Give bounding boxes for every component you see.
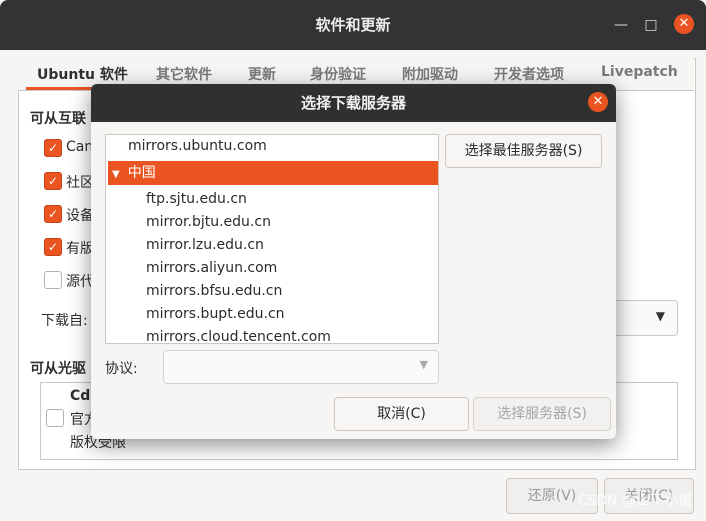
chevron-down-icon: ▼ [419,358,428,371]
dialog-close-icon[interactable]: ✕ [588,92,608,112]
server-group-label: 中国 [127,165,156,181]
dialog-title[interactable]: 选择下载服务器 [91,84,616,122]
choose-server-dialog: 选择下载服务器 ✕ mirrors.ubuntu.com ▼ 中国 ftp.sjt… [91,84,616,439]
checkbox-devices-label: 设备 [66,208,92,224]
tab-ubuntu-software[interactable]: Ubuntu 软件 [37,64,128,84]
checkbox-community[interactable]: ✓ [44,172,62,190]
server-item[interactable]: mirror.bjtu.edu.cn [106,211,438,234]
checkbox-community-label: 社区 [66,175,92,191]
checkbox-canonical[interactable]: ✓ [44,139,62,157]
tab-developer-options[interactable]: 开发者选项 [494,64,564,84]
window-title: 软件和更新 [315,16,391,34]
download-server-combo[interactable]: ▼ [610,300,678,336]
checkbox-devices[interactable]: ✓ [44,205,62,223]
server-list[interactable]: mirrors.ubuntu.com ▼ 中国 ftp.sjtu.edu.cn m… [105,134,439,344]
maximize-icon[interactable]: □ [638,12,664,38]
section-cdrom-heading: 可从光驱 [30,361,86,377]
tab-livepatch[interactable]: Livepatch [601,64,678,80]
server-item[interactable]: ftp.sjtu.edu.cn [106,188,438,211]
section-internet-heading: 可从互联 [30,111,86,127]
server-item[interactable]: mirror.lzu.edu.cn [106,234,438,257]
server-item[interactable]: mirrors.aliyun.com [106,257,438,280]
checkbox-restricted[interactable]: ✓ [44,238,62,256]
server-group-china[interactable]: ▼ 中国 [108,161,438,187]
select-best-server-button[interactable]: 选择最佳服务器(S) [445,134,602,168]
download-from-label: 下载自: [41,313,88,329]
protocol-label: 协议: [105,361,138,377]
server-item[interactable]: mirrors.bupt.edu.cn [106,303,438,326]
tab-additional-drivers[interactable]: 附加驱动 [402,64,458,84]
checkbox-canonical-label: Cano [66,139,92,155]
choose-server-button[interactable]: 选择服务器(S) [473,397,611,431]
server-item[interactable]: mirrors.bfsu.edu.cn [106,280,438,303]
chevron-down-icon: ▼ [655,309,665,323]
checkbox-source-code[interactable] [44,271,62,289]
expander-down-icon[interactable]: ▼ [112,163,120,187]
window-close-icon[interactable]: ✕ [674,14,694,34]
protocol-combo[interactable]: ▼ [163,350,439,384]
checkbox-cdrom[interactable] [46,409,64,427]
tab-updates[interactable]: 更新 [248,64,276,84]
tab-other-software[interactable]: 其它软件 [156,64,212,84]
server-item-top[interactable]: mirrors.ubuntu.com [106,135,438,158]
minimize-icon[interactable]: — [608,12,634,38]
watermark: CSDN @山下小僧 [577,493,692,509]
cancel-button[interactable]: 取消(C) [334,397,469,431]
checkbox-restricted-label: 有版 [66,241,92,257]
tab-authentication[interactable]: 身份验证 [310,64,366,84]
checkbox-source-code-label: 源代 [66,274,92,290]
server-item[interactable]: mirrors.cloud.tencent.com [106,326,438,343]
